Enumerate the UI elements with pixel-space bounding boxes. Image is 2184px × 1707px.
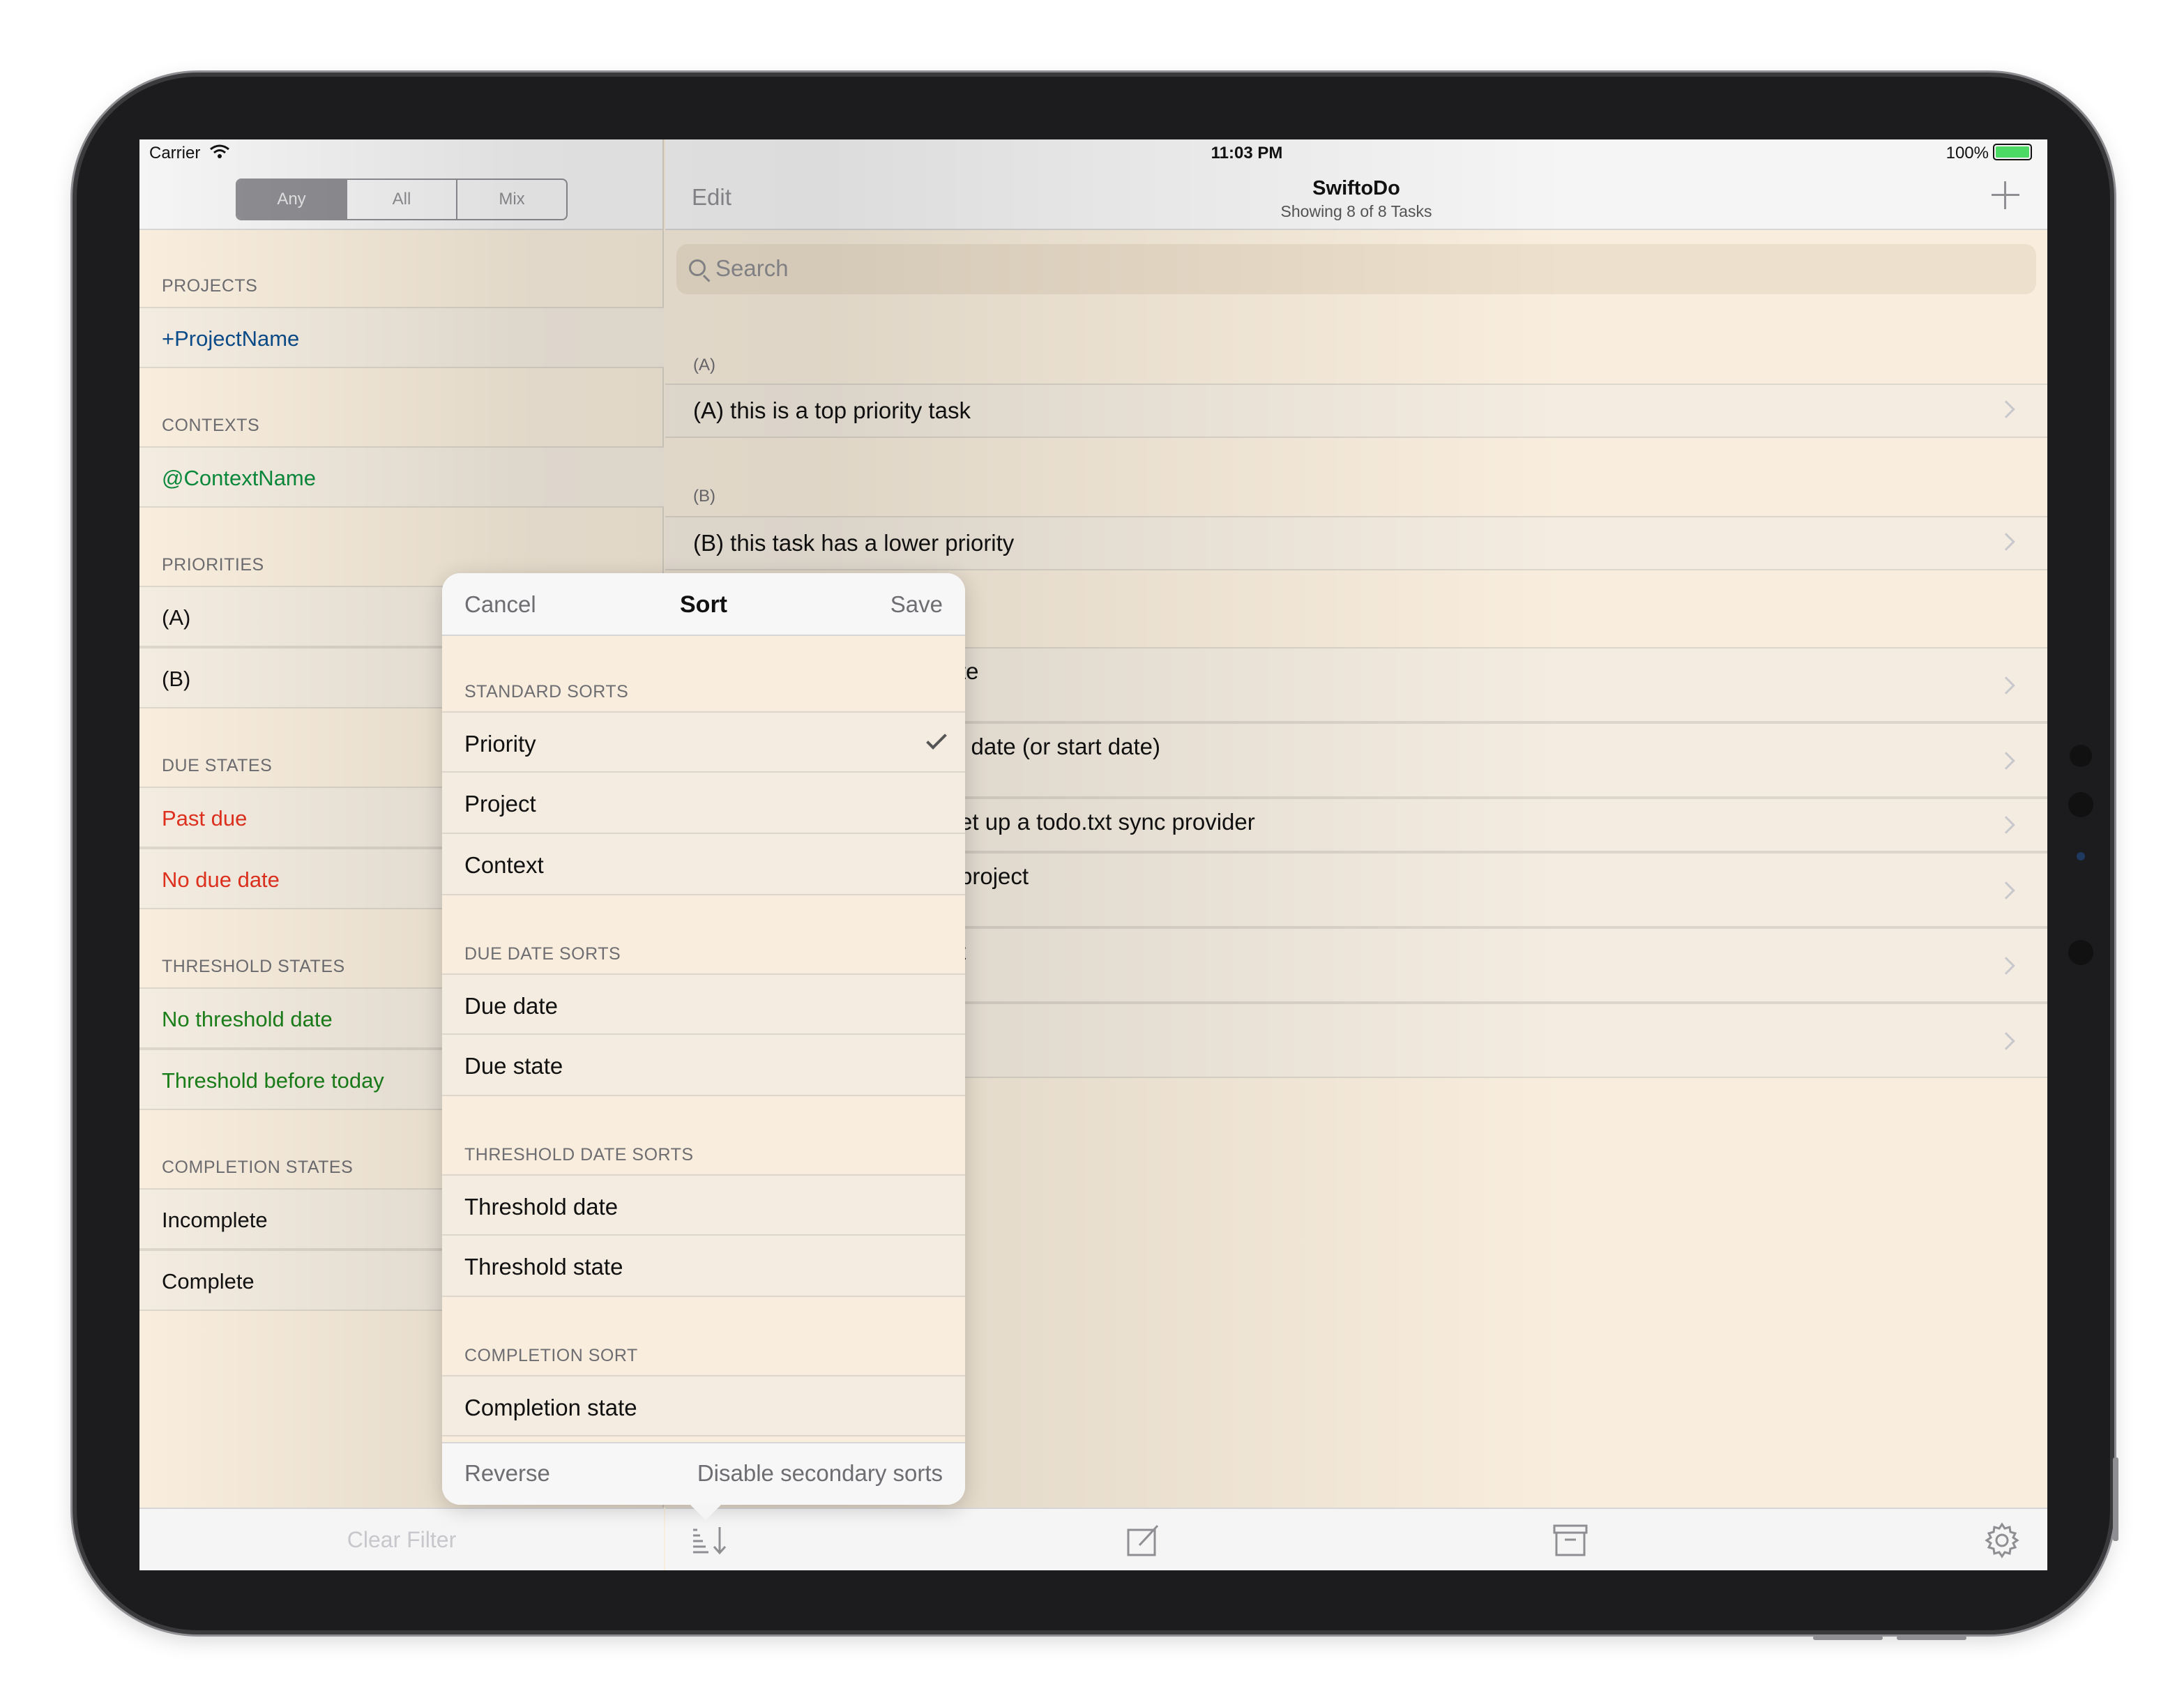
segment-any[interactable]: Any xyxy=(237,180,347,219)
chevron-right-icon xyxy=(1997,1032,2015,1050)
side-button xyxy=(2113,1457,2118,1541)
sort-option-label: Completion state xyxy=(464,1395,637,1420)
section-header-due-states: DUE STATES xyxy=(162,756,273,775)
task-text: (B) this task has a lower priority xyxy=(693,530,1015,556)
reverse-button[interactable]: Reverse xyxy=(464,1460,550,1487)
filter-item-context[interactable]: @ContextName xyxy=(139,446,664,508)
filter-item-label: No threshold date xyxy=(162,1007,333,1031)
search-placeholder: Search xyxy=(715,255,789,281)
task-count-subtitle: Showing 8 of 8 Tasks xyxy=(1280,202,1432,220)
save-button[interactable]: Save xyxy=(890,591,943,618)
sort-option-label: Threshold date xyxy=(464,1194,619,1220)
sort-option-due-date[interactable]: Due date xyxy=(442,973,965,1035)
filter-item-project[interactable]: +ProjectName xyxy=(139,307,664,368)
sensor xyxy=(2068,792,2093,817)
volume-button xyxy=(1897,1636,1966,1640)
task-text: project xyxy=(960,863,1029,889)
filter-item-label: (B) xyxy=(162,667,191,691)
status-time: 11:03 PM xyxy=(1211,144,1283,162)
section-header-completion-sort: COMPLETION SORT xyxy=(464,1346,638,1365)
search-input[interactable]: Search xyxy=(676,244,2036,294)
carrier-label: Carrier xyxy=(149,144,201,162)
sort-option-label: Context xyxy=(464,852,544,878)
sort-title: Sort xyxy=(680,591,727,618)
camera xyxy=(2070,745,2092,767)
filter-item-label: +ProjectName xyxy=(162,326,300,351)
popover-arrow xyxy=(689,1503,722,1520)
filter-item-label: @ContextName xyxy=(162,466,316,490)
sort-option-label: Project xyxy=(464,791,536,817)
group-header-b: (B) xyxy=(693,487,715,506)
chevron-right-icon xyxy=(1997,400,2015,418)
section-header-standard-sorts: STANDARD SORTS xyxy=(464,682,629,701)
sort-option-label: Due state xyxy=(464,1053,563,1079)
task-row[interactable]: (A) this is a top priority task xyxy=(665,384,2047,438)
archive-icon[interactable] xyxy=(1552,1523,1588,1558)
segment-mix[interactable]: Mix xyxy=(457,180,566,219)
sort-option-threshold-date[interactable]: Threshold date xyxy=(442,1174,965,1236)
task-text: l date (or start date) xyxy=(960,734,1160,759)
section-header-threshold-states: THRESHOLD STATES xyxy=(162,957,345,976)
filter-item-label: (A) xyxy=(162,605,191,630)
section-header-due-date-sorts: DUE DATE SORTS xyxy=(464,944,621,964)
sort-option-project[interactable]: Project xyxy=(442,773,965,834)
clear-filter-button[interactable]: Clear Filter xyxy=(139,1527,664,1553)
compose-icon[interactable] xyxy=(1125,1523,1162,1558)
sort-icon[interactable] xyxy=(690,1524,729,1556)
sort-option-context[interactable]: Context xyxy=(442,834,965,895)
chevron-right-icon xyxy=(1997,957,2015,975)
segment-all[interactable]: All xyxy=(347,180,457,219)
sort-option-completion-state[interactable]: Completion state xyxy=(442,1375,965,1436)
sort-option-label: Priority xyxy=(464,731,536,757)
group-header-a: (A) xyxy=(693,356,715,374)
sort-option-due-state[interactable]: Due state xyxy=(442,1035,965,1096)
sort-option-priority[interactable]: Priority xyxy=(442,711,965,773)
section-header-priorities: PRIORITIES xyxy=(162,555,264,575)
screen: Carrier 11:03 PM 100% Any All Mix PROJEC… xyxy=(139,139,2047,1570)
app-title: SwiftoDo xyxy=(1312,177,1400,199)
status-bar: Carrier 11:03 PM 100% xyxy=(139,139,2047,162)
chevron-right-icon xyxy=(1997,881,2015,900)
sensor xyxy=(2077,852,2085,860)
sort-popover-footer: Reverse Disable secondary sorts xyxy=(442,1442,965,1505)
volume-button xyxy=(1813,1636,1883,1640)
section-header-projects: PROJECTS xyxy=(162,276,258,296)
chevron-right-icon xyxy=(1997,676,2015,695)
wifi-icon xyxy=(210,144,229,158)
task-text: (A) this is a top priority task xyxy=(693,397,971,423)
chevron-right-icon xyxy=(1997,816,2015,834)
disable-secondary-sorts-button[interactable]: Disable secondary sorts xyxy=(697,1460,943,1487)
battery-percent: 100% xyxy=(1946,144,1989,162)
filter-item-label: Incomplete xyxy=(162,1208,268,1232)
section-header-threshold-date-sorts: THRESHOLD DATE SORTS xyxy=(464,1145,694,1164)
battery-icon xyxy=(1993,144,2032,160)
filter-item-label: Complete xyxy=(162,1269,255,1293)
gear-icon[interactable] xyxy=(1983,1522,2021,1559)
sort-option-label: Threshold state xyxy=(464,1254,623,1280)
filter-toolbar: Clear Filter xyxy=(139,1508,664,1570)
section-header-completion-states: COMPLETION STATES xyxy=(162,1158,354,1177)
chevron-right-icon xyxy=(1997,533,2015,551)
search-icon xyxy=(689,259,706,276)
sort-popover: Cancel Sort Save STANDARD SORTS Priority… xyxy=(442,573,965,1505)
match-mode-segmented-control[interactable]: Any All Mix xyxy=(236,179,568,220)
filter-item-label: No due date xyxy=(162,867,280,892)
sort-option-label: Due date xyxy=(464,993,558,1019)
task-toolbar xyxy=(665,1508,2047,1570)
filter-item-label: Threshold before today xyxy=(162,1068,384,1093)
section-header-contexts: CONTEXTS xyxy=(162,416,260,435)
filter-item-label: Past due xyxy=(162,806,248,830)
sort-option-threshold-state[interactable]: Threshold state xyxy=(442,1236,965,1297)
checkmark-icon xyxy=(926,729,947,750)
plus-icon[interactable] xyxy=(1992,181,2019,209)
task-row[interactable]: (B) this task has a lower priority xyxy=(665,516,2047,570)
sort-popover-nav: Cancel Sort Save xyxy=(442,573,965,636)
chevron-right-icon xyxy=(1997,752,2015,770)
task-text: et up a todo.txt sync provider xyxy=(960,809,1255,835)
sensor xyxy=(2068,940,2093,965)
